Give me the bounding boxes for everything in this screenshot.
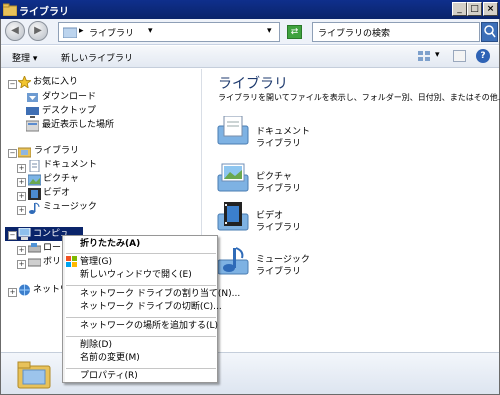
menu-separator — [66, 336, 216, 337]
nav-pictures[interactable]: ピクチャ — [43, 172, 79, 186]
menu-delete[interactable]: 削除(D) — [80, 338, 112, 352]
library-pictures-type: ライブラリ — [256, 184, 302, 194]
nav-desktop[interactable]: デスクトップ — [42, 104, 96, 118]
videos-library-icon[interactable] — [216, 202, 250, 232]
nav-videos[interactable]: ビデオ — [43, 186, 70, 200]
organize-button[interactable]: 整理 ▾ — [12, 51, 37, 64]
documents-library-icon[interactable] — [216, 116, 250, 146]
library-videos-type: ライブラリ — [256, 223, 302, 233]
content-subtitle: ライブラリを開いてファイルを表示し、フォルダー別、日付別、またはその他... — [218, 93, 500, 102]
nav-documents[interactable]: ドキュメント — [43, 158, 97, 172]
drive-icon — [28, 258, 41, 267]
address-row: ◀ ▶ ▸ ライブラリ ▾ ▾ ⇄ ライブラリの検索 — [1, 19, 499, 45]
menu-rename[interactable]: 名前の変更(M) — [80, 351, 140, 365]
menu-collapse[interactable]: 折りたたみ(A) — [80, 237, 140, 251]
nav-downloads[interactable]: ダウンロード — [42, 90, 96, 104]
libraries-large-icon — [17, 361, 51, 389]
star-icon — [18, 76, 31, 88]
library-music[interactable]: ミュージック ライブラリ — [256, 254, 310, 278]
libraries-icon — [18, 147, 31, 158]
volume-expander[interactable]: + — [17, 260, 26, 269]
pictures-icon — [28, 174, 41, 186]
videos-icon — [28, 188, 41, 200]
menu-disconnect-network-drive[interactable]: ネットワーク ドライブの切断(C)... — [80, 300, 222, 314]
network-expander[interactable]: + — [8, 288, 17, 297]
command-bar: 整理 ▾ 新しいライブラリ ▾ ? — [1, 46, 499, 68]
local-disk-icon — [28, 243, 41, 253]
desktop-icon — [26, 107, 39, 118]
documents-expander[interactable]: + — [17, 164, 26, 173]
search-icon[interactable] — [481, 22, 498, 42]
videos-expander[interactable]: + — [17, 192, 26, 201]
title-bar[interactable]: ライブラリ _ □ × — [0, 0, 500, 19]
breadcrumb-arrow-icon[interactable]: ▸ — [79, 26, 84, 36]
context-menu: 折りたたみ(A) 管理(G) 新しいウィンドウで開く(E) ネットワーク ドライ… — [62, 235, 240, 383]
close-button[interactable]: × — [483, 2, 498, 16]
menu-add-network-location[interactable]: ネットワークの場所を追加する(L) — [80, 319, 218, 333]
library-music-type: ライブラリ — [256, 267, 302, 277]
nav-music[interactable]: ミュージック — [43, 200, 97, 214]
view-dropdown-icon[interactable]: ▾ — [435, 50, 440, 60]
library-documents[interactable]: ドキュメント ライブラリ — [256, 126, 310, 150]
library-documents-name: ドキュメント — [256, 127, 311, 137]
menu-separator — [66, 253, 216, 254]
nav-libraries[interactable]: ライブラリ — [34, 144, 79, 158]
download-icon — [27, 93, 38, 102]
libraries-expander[interactable]: − — [8, 149, 17, 158]
back-button[interactable]: ◀ — [5, 21, 25, 41]
pictures-library-icon[interactable] — [216, 163, 250, 193]
shield-icon — [66, 256, 77, 267]
library-folder-icon — [63, 27, 77, 38]
documents-icon — [29, 160, 40, 172]
music-expander[interactable]: + — [17, 206, 26, 215]
folder-icon — [3, 3, 17, 16]
menu-separator — [66, 317, 216, 318]
network-icon — [19, 284, 30, 296]
content-pane: ライブラリ ライブラリを開いてファイルを表示し、フォルダー別、日付別、またはその… — [202, 69, 500, 352]
menu-properties[interactable]: プロパティ(R) — [80, 369, 138, 383]
organize-label: 整理 — [12, 54, 31, 64]
address-bar[interactable]: ▸ ライブラリ ▾ ▾ — [58, 22, 280, 42]
library-pictures-name: ピクチャ — [256, 172, 292, 182]
music-icon — [29, 202, 40, 214]
minimize-button[interactable]: _ — [452, 2, 467, 16]
menu-map-network-drive[interactable]: ネットワーク ドライブの割り当て(N)... — [80, 287, 240, 301]
refresh-icon[interactable]: ⇄ — [287, 25, 302, 39]
search-placeholder: ライブラリの検索 — [318, 29, 391, 39]
library-videos[interactable]: ビデオ ライブラリ — [256, 210, 301, 234]
library-videos-name: ビデオ — [256, 211, 284, 221]
computer-icon — [18, 228, 31, 240]
breadcrumb-chevron-icon[interactable]: ▾ — [148, 26, 153, 36]
search-input[interactable]: ライブラリの検索 — [312, 22, 480, 42]
nav-recent-places[interactable]: 最近表示した場所 — [42, 118, 114, 132]
computer-expander[interactable]: − — [8, 231, 17, 240]
address-dropdown-icon[interactable]: ▾ — [267, 26, 272, 36]
library-pictures[interactable]: ピクチャ ライブラリ — [256, 171, 301, 195]
new-library-button[interactable]: 新しいライブラリ — [61, 51, 133, 64]
library-music-name: ミュージック — [256, 255, 310, 265]
music-library-icon[interactable] — [216, 246, 250, 276]
nav-favorites[interactable]: お気に入り — [33, 75, 78, 89]
forward-button[interactable]: ▶ — [28, 21, 48, 41]
preview-pane-icon[interactable] — [453, 50, 466, 62]
content-title: ライブラリ — [218, 76, 288, 92]
help-icon[interactable]: ? — [476, 49, 490, 63]
library-documents-type: ライブラリ — [256, 139, 302, 149]
window-title: ライブラリ — [19, 7, 69, 18]
local-disk-expander[interactable]: + — [17, 246, 26, 255]
recent-places-icon — [26, 120, 39, 132]
menu-separator — [66, 285, 216, 286]
view-options-icon[interactable] — [417, 50, 431, 62]
breadcrumb-libraries[interactable]: ライブラリ — [89, 26, 134, 39]
menu-gutter — [63, 236, 65, 382]
pictures-expander[interactable]: + — [17, 178, 26, 187]
menu-manage[interactable]: 管理(G) — [80, 255, 112, 269]
maximize-button[interactable]: □ — [467, 2, 482, 16]
menu-open-new-window[interactable]: 新しいウィンドウで開く(E) — [80, 268, 192, 282]
favorites-expander[interactable]: − — [8, 80, 17, 89]
